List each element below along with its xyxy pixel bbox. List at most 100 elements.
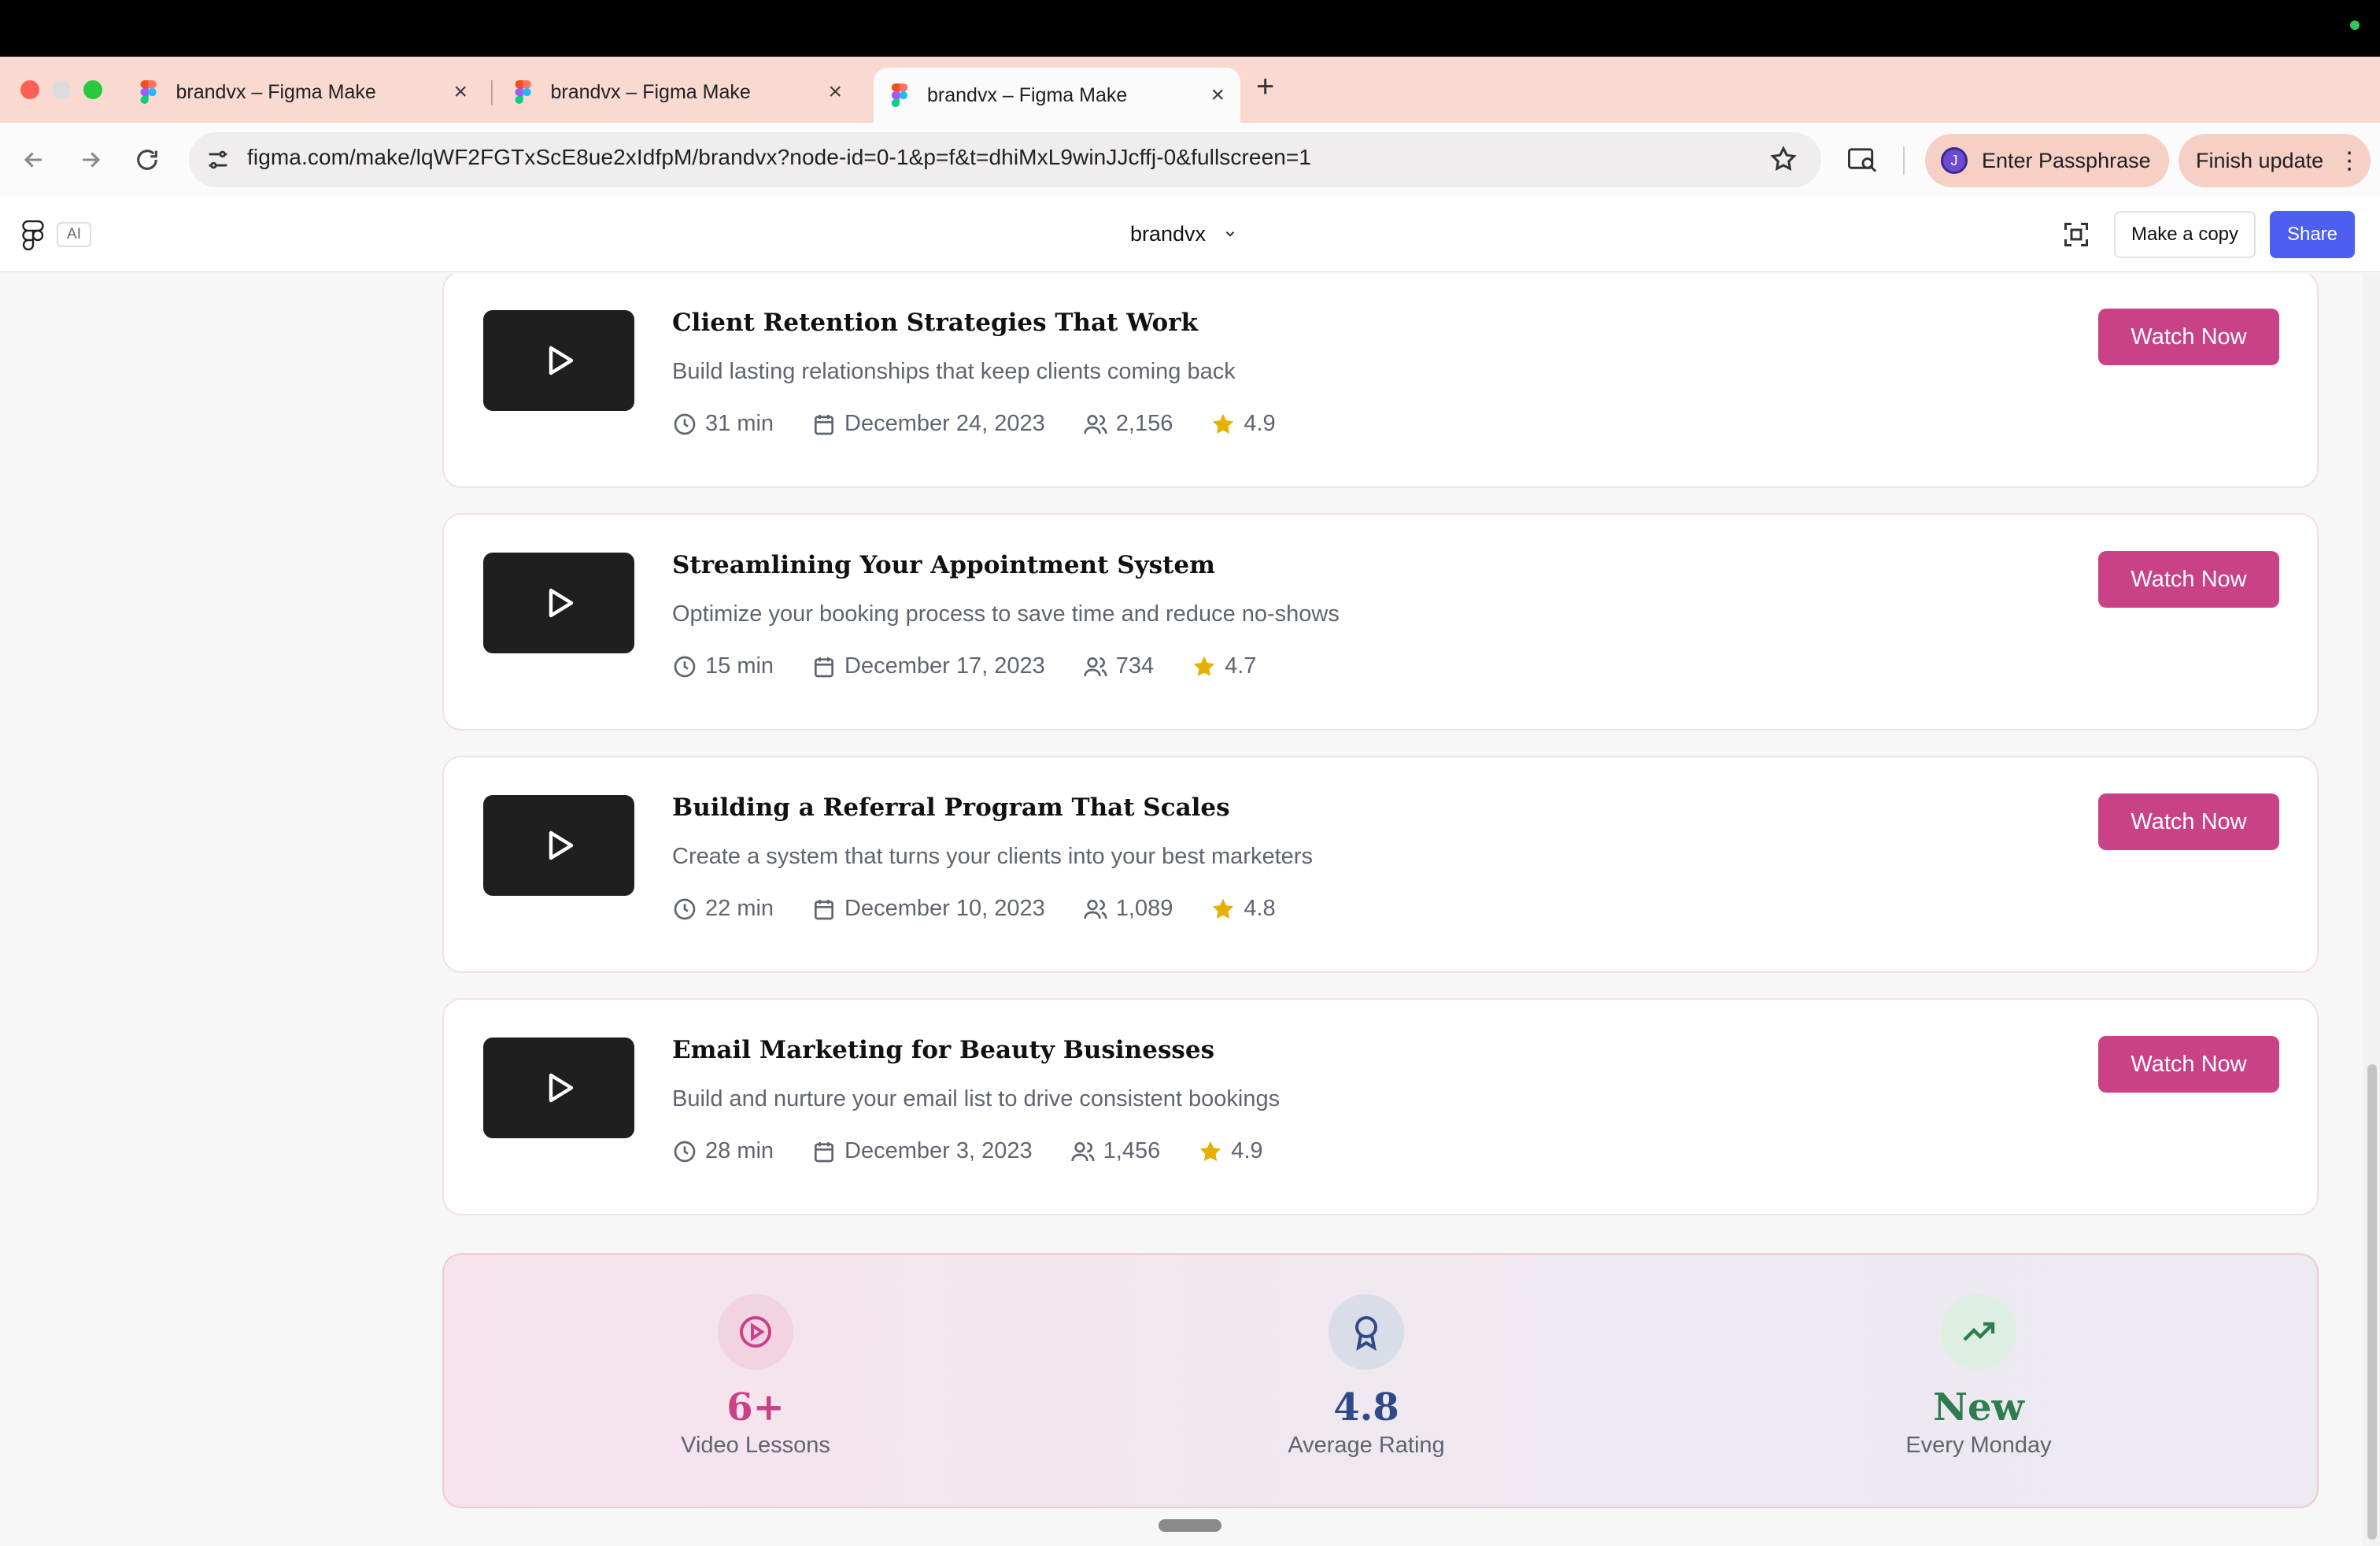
users-icon — [1084, 414, 1107, 434]
lesson-duration: 28 min — [705, 1138, 774, 1163]
tab-title: brandvx – Figma Make — [927, 83, 1128, 106]
enter-passphrase-button[interactable]: J Enter Passphrase — [1925, 134, 2169, 187]
site-settings-icon[interactable] — [205, 146, 231, 173]
lesson-rating: 4.8 — [1244, 896, 1276, 921]
calendar-icon — [815, 1141, 834, 1162]
browser-tab[interactable]: brandvx – Figma Make × — [123, 68, 483, 117]
stat-value: 6+ — [726, 1385, 785, 1429]
share-button[interactable]: Share — [2270, 211, 2355, 258]
video-thumbnail[interactable] — [483, 795, 634, 896]
lesson-title: Client Retention Strategies That Work — [672, 309, 1198, 337]
tab-search-icon[interactable] — [1848, 146, 1878, 173]
url-text[interactable]: figma.com/make/lqWF2FGTxScE8ue2xIdfpM/br… — [247, 145, 1311, 170]
camera-indicator — [2350, 20, 2360, 30]
lesson-date: December 24, 2023 — [844, 411, 1045, 436]
tab-close-icon[interactable]: × — [828, 79, 842, 105]
tab-close-icon[interactable]: × — [1210, 82, 1225, 109]
trending-up-icon — [1963, 1322, 1995, 1341]
users-icon — [1070, 1141, 1095, 1161]
lesson-viewers: 1,089 — [1115, 896, 1173, 921]
browser-tab-active[interactable]: brandvx – Figma Make × — [874, 68, 1240, 123]
lesson-rating: 4.9 — [1231, 1138, 1263, 1163]
lesson-duration: 15 min — [705, 653, 774, 679]
clock-icon — [674, 656, 696, 677]
passphrase-label: Enter Passphrase — [1982, 148, 2151, 172]
stat-value: New — [1933, 1385, 2024, 1429]
lesson-viewers: 734 — [1115, 653, 1155, 679]
window-close-button[interactable] — [20, 80, 39, 99]
project-name[interactable]: brandvx — [1130, 222, 1206, 246]
calendar-icon — [815, 414, 834, 435]
lesson-title: Email Marketing for Beauty Businesses — [672, 1036, 1215, 1064]
window-zoom-button[interactable] — [83, 80, 102, 99]
stat-new-every-monday: New Every Monday — [1837, 1294, 2120, 1459]
lesson-duration: 22 min — [705, 896, 774, 921]
play-icon — [549, 830, 574, 860]
clock-icon — [674, 413, 696, 435]
play-icon — [549, 346, 574, 375]
play-icon — [549, 1073, 574, 1103]
figma-favicon-icon — [140, 80, 157, 104]
browser-menu-icon[interactable]: ⋮ — [2338, 147, 2361, 175]
inspect-frame-icon[interactable] — [2062, 220, 2090, 249]
preview-canvas: Client Retention Strategies That Work Bu… — [0, 274, 2380, 1546]
watch-now-button[interactable]: Watch Now — [2098, 793, 2279, 850]
tab-title: brandvx – Figma Make — [176, 80, 376, 103]
lesson-card: Email Marketing for Beauty Businesses Bu… — [442, 998, 2319, 1215]
star-icon — [1213, 898, 1234, 919]
scrollbar-thumb[interactable] — [2367, 1064, 2377, 1540]
lesson-title: Streamlining Your Appointment System — [672, 551, 1215, 579]
tab-close-icon[interactable]: × — [453, 79, 468, 105]
stat-video-lessons: 6+ Video Lessons — [614, 1294, 897, 1459]
clock-icon — [674, 898, 696, 919]
window-minimize-button[interactable] — [52, 80, 71, 99]
users-icon — [1084, 899, 1107, 919]
figma-favicon-icon — [891, 83, 908, 107]
video-thumbnail[interactable] — [483, 553, 634, 653]
lesson-description: Optimize your booking process to save ti… — [672, 601, 1340, 627]
bookmark-star-icon[interactable] — [1769, 145, 1798, 173]
watch-now-button[interactable]: Watch Now — [2098, 551, 2279, 608]
lesson-card: Building a Referral Program That Scales … — [442, 756, 2319, 973]
star-icon — [1193, 656, 1215, 676]
profile-avatar: J — [1941, 147, 1968, 174]
lesson-rating: 4.9 — [1244, 411, 1276, 436]
star-icon — [1213, 413, 1234, 434]
lesson-description: Build and nurture your email list to dri… — [672, 1086, 1281, 1111]
lesson-description: Build lasting relationships that keep cl… — [672, 359, 1236, 384]
lesson-card: Client Retention Strategies That Work Bu… — [442, 274, 2319, 488]
users-icon — [1084, 656, 1107, 676]
new-tab-icon[interactable]: + — [1256, 69, 1274, 105]
lesson-date: December 17, 2023 — [844, 653, 1045, 679]
forward-icon[interactable] — [77, 146, 104, 173]
lesson-meta: 31 min December 24, 2023 2,156 4.9 — [672, 411, 1314, 437]
video-thumbnail[interactable] — [483, 310, 634, 411]
watch-now-button[interactable]: Watch Now — [2098, 1036, 2279, 1093]
play-circle-icon — [740, 1316, 771, 1348]
finish-update-button[interactable]: Finish update ⋮ — [2179, 134, 2371, 187]
lesson-viewers: 2,156 — [1115, 411, 1173, 436]
stat-icon-badge — [1329, 1294, 1404, 1370]
browser-tab[interactable]: brandvx – Figma Make × — [497, 68, 858, 117]
reload-icon[interactable] — [134, 146, 161, 173]
system-menu-bar — [0, 0, 2380, 57]
lesson-duration: 31 min — [705, 411, 774, 436]
finish-update-label: Finish update — [2196, 148, 2324, 172]
watch-now-button[interactable]: Watch Now — [2098, 309, 2279, 365]
chevron-down-icon[interactable] — [1223, 227, 1237, 241]
lesson-title: Building a Referral Program That Scales — [672, 793, 1230, 822]
stat-label: Video Lessons — [681, 1433, 830, 1458]
star-icon — [1200, 1141, 1221, 1161]
calendar-icon — [815, 899, 834, 919]
lesson-description: Create a system that turns your clients … — [672, 844, 1313, 869]
stat-icon-badge — [718, 1294, 793, 1370]
back-icon[interactable] — [20, 146, 47, 173]
video-thumbnail[interactable] — [483, 1037, 634, 1138]
ai-badge[interactable]: AI — [57, 222, 91, 247]
figma-logo-icon[interactable] — [22, 220, 44, 250]
stat-icon-badge — [1941, 1294, 2016, 1370]
bottom-drag-handle[interactable] — [1159, 1519, 1221, 1532]
tab-separator — [491, 80, 493, 105]
make-a-copy-button[interactable]: Make a copy — [2114, 211, 2256, 258]
clock-icon — [674, 1141, 696, 1162]
